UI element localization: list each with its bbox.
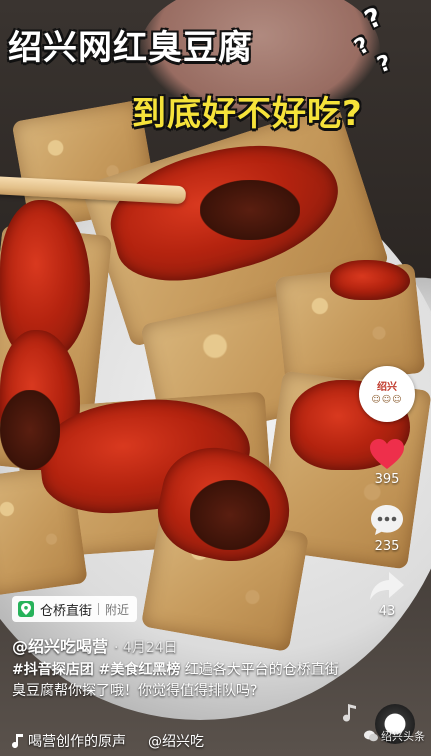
sauce-shadow: [0, 390, 60, 470]
sauce-blob: [330, 260, 410, 300]
location-name: 仓桥直街: [40, 603, 93, 619]
like-count: 395: [374, 472, 400, 487]
video-title-line2: 到底好不好吃?: [132, 94, 363, 134]
share-count: 43: [378, 604, 396, 619]
sauce-shadow: [200, 180, 300, 240]
caption-hashtags[interactable]: #抖音探店团 #美食红黑榜: [12, 662, 180, 678]
comment-button[interactable]: 235: [357, 503, 417, 554]
music-title: 喝营创作的原声: [28, 734, 126, 750]
comment-icon: [371, 505, 403, 535]
music-author: @绍兴吃: [148, 734, 204, 750]
wechat-icon: [364, 730, 378, 742]
author-name[interactable]: @绍兴吃喝营: [12, 637, 108, 656]
location-divider: [98, 603, 100, 615]
post-date: · 4月24日: [114, 640, 178, 656]
comment-count: 235: [374, 539, 400, 554]
author-avatar[interactable]: 绍兴 ☺☺☺: [359, 366, 415, 422]
avatar-faces-icon: ☺☺☺: [371, 395, 403, 405]
post-caption: #抖音探店团 #美食红黑榜 红遍各大平台的仓桥直街臭豆腐帮你探了哦！你觉得值得排…: [12, 660, 350, 702]
music-bar[interactable]: 喝营创作的原声 @绍兴吃: [12, 730, 342, 752]
floating-note-icon: [343, 704, 356, 722]
location-tag: 附近: [105, 602, 130, 617]
watermark: 绍兴头条: [364, 728, 425, 744]
watermark-text: 绍兴头条: [381, 730, 425, 743]
author-line: @绍兴吃喝营 · 4月24日: [12, 633, 178, 657]
music-note-icon: [12, 734, 23, 748]
heart-icon: [370, 439, 404, 469]
sauce-shadow: [190, 480, 270, 550]
share-button[interactable]: 43: [357, 570, 417, 619]
action-rail: 绍兴 ☺☺☺ 395 235 43: [357, 366, 417, 619]
like-button[interactable]: 395: [357, 438, 417, 487]
location-pin-icon: [18, 601, 34, 617]
video-title-line1: 绍兴网红臭豆腐: [8, 28, 253, 68]
location-chip[interactable]: 仓桥直街 附近: [12, 596, 138, 622]
share-icon: [370, 572, 404, 600]
avatar-label: 绍兴: [377, 382, 397, 393]
